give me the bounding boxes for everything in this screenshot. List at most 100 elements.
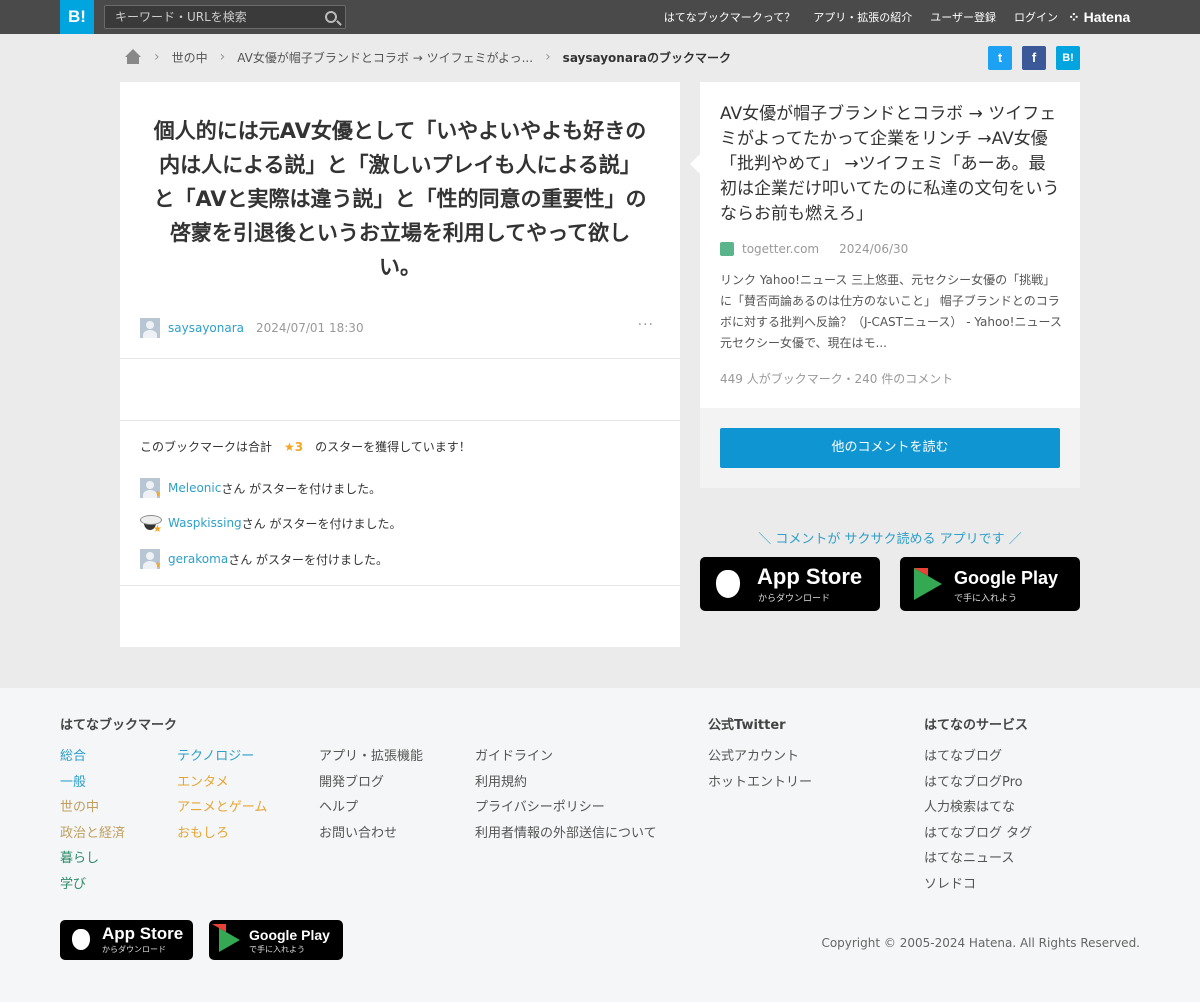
breadcrumb-category[interactable]: 世の中 [172, 49, 208, 66]
footer-link[interactable]: ホットエントリー [708, 770, 812, 796]
star-row-text: さん がスターを付けました。 [228, 552, 389, 567]
nav-apps[interactable]: アプリ・拡張の紹介 [813, 9, 912, 25]
star-user[interactable]: gerakoma [168, 552, 228, 566]
copyright: Copyright © 2005-2024 Hatena. All Rights… [821, 936, 1140, 950]
footer-link[interactable]: 世の中 [60, 795, 125, 821]
hatena-share-icon[interactable]: B! [1056, 46, 1080, 70]
footer-link[interactable]: 暮らし [60, 846, 125, 872]
star-row: ★ Meleonic さん がスターを付けました。 [140, 478, 381, 498]
footer-link[interactable]: アプリ・拡張機能 [319, 744, 423, 770]
google-play-label: Google Play [954, 568, 1059, 588]
hatena-brand-text: Hatena [1083, 9, 1131, 25]
entry-panel: AV女優が帽子ブランドとコラボ → ツイフェミがよってたかって企業をリンチ →A… [690, 82, 1080, 408]
app-store-label: App Store [757, 564, 863, 589]
nav-about[interactable]: はてなブックマークって？ [664, 9, 795, 25]
breadcrumb-current: saysayonaraのブックマーク [562, 50, 731, 65]
footer-google-play-badge[interactable]: Google Play で手に入れよう [209, 920, 343, 960]
bookmark-card: 個人的には元AV女優として「いやよいやよも好きの内は人による説」と「激しいプレイ… [120, 82, 680, 647]
footer-link[interactable]: はてなブログPro [924, 770, 1032, 796]
breadcrumb-entry[interactable]: AV女優が帽子ブランドとコラボ → ツイフェミがよっ... [237, 49, 533, 66]
footer-link[interactable]: はてなブログ [924, 744, 1032, 770]
star-user[interactable]: Meleonic [168, 481, 221, 495]
share-buttons: t f B! [988, 46, 1080, 70]
footer-link[interactable]: 人力検索はてな [924, 795, 1032, 821]
avatar[interactable] [140, 318, 160, 338]
entry-counts[interactable]: 449 人がブックマーク・240 件のコメント [720, 370, 953, 387]
footer-links-legal: ガイドライン 利用規約 プライバシーポリシー 利用者情報の外部送信について [475, 744, 657, 846]
app-store-badge[interactable]: App Store からダウンロード [700, 557, 880, 611]
entry-description: リンク Yahoo!ニュース 三上悠亜、元セクシー女優の「挑戦」に「賛否両論ある… [720, 273, 1062, 350]
star-user[interactable]: Waspkissing [168, 516, 242, 530]
entry-source: togetter.com 2024/06/30 [720, 242, 908, 256]
search-input[interactable]: キーワード・URLを検索 [104, 5, 346, 29]
star-summary: このブックマークは合計 ★3 のスターを獲得しています！ [140, 438, 471, 455]
home-icon[interactable] [124, 49, 142, 65]
footer-link[interactable]: 利用者情報の外部送信について [475, 821, 657, 847]
google-play-icon [212, 924, 240, 952]
breadcrumb: › 世の中 › AV女優が帽子ブランドとコラボ → ツイフェミがよっ... › … [124, 46, 731, 68]
bookmark-date[interactable]: 2024/07/01 18:30 [256, 321, 364, 335]
footer-app-store-badge[interactable]: App Store からダウンロード [60, 920, 193, 960]
top-bar: B! キーワード・URLを検索 はてなブックマークって？ アプリ・拡張の紹介 ユ… [0, 0, 1200, 34]
avatar[interactable]: ★ [140, 513, 162, 535]
divider [120, 358, 680, 359]
favicon-icon [720, 242, 734, 256]
star-icon: ★ [153, 489, 160, 498]
search-icon[interactable] [325, 11, 337, 23]
star-row: ★ Waspkissing さん がスターを付けました。 [140, 513, 402, 535]
chevron-right-icon: › [545, 49, 551, 65]
app-promo-text: ＼ コメントが サクサク読める アプリです ／ [758, 532, 1022, 547]
footer-link[interactable]: テクノロジー [177, 744, 267, 770]
footer-categories: 総合 一般 世の中 政治と経済 暮らし 学び [60, 744, 125, 898]
app-store-sub: からダウンロード [102, 945, 166, 954]
bookmark-user[interactable]: saysayonara [168, 321, 244, 335]
star-summary-prefix: このブックマークは合計 [140, 440, 273, 454]
footer-link[interactable]: ガイドライン [475, 744, 657, 770]
footer-link[interactable]: 政治と経済 [60, 821, 125, 847]
twitter-share-icon[interactable]: t [988, 46, 1012, 70]
footer-link[interactable]: エンタメ [177, 770, 267, 796]
footer-link[interactable]: 開発ブログ [319, 770, 423, 796]
google-play-badge[interactable]: Google Play で手に入れよう [900, 557, 1080, 611]
star-row-text: さん がスターを付けました。 [241, 516, 402, 531]
google-play-icon [914, 568, 942, 600]
footer-link[interactable]: はてなニュース [924, 846, 1032, 872]
footer-link[interactable]: はてなブログ タグ [924, 821, 1032, 847]
avatar[interactable]: ★ [140, 478, 160, 498]
footer-link[interactable]: お問い合わせ [319, 821, 423, 847]
google-play-sub: で手に入れよう [954, 593, 1018, 603]
footer-link[interactable]: 利用規約 [475, 770, 657, 796]
star-count: ★3 [284, 439, 304, 454]
star-row: ★ gerakoma さん がスターを付けました。 [140, 549, 388, 569]
nav-register[interactable]: ユーザー登録 [930, 9, 996, 25]
footer-heading-twitter: 公式Twitter [708, 718, 786, 733]
footer-link[interactable]: プライバシーポリシー [475, 795, 657, 821]
hatena-bookmark-logo[interactable]: B! [60, 0, 94, 34]
apple-icon [716, 570, 740, 598]
footer-heading-services: はてなのサービス [924, 718, 1029, 733]
star-icon: ★ [153, 524, 162, 535]
footer-link[interactable]: ソレドコ [924, 872, 1032, 898]
hatena-brand-logo[interactable]: ⁘ Hatena [1068, 9, 1130, 26]
entry-title[interactable]: AV女優が帽子ブランドとコラボ → ツイフェミがよってたかって企業をリンチ →A… [720, 102, 1062, 227]
footer-links-app: アプリ・拡張機能 開発ブログ ヘルプ お問い合わせ [319, 744, 423, 846]
chevron-right-icon: › [154, 49, 160, 65]
search-placeholder: キーワード・URLを検索 [115, 10, 247, 24]
read-more-area: 他のコメントを読む [700, 408, 1080, 488]
footer-link[interactable]: 学び [60, 872, 125, 898]
footer-link[interactable]: ヘルプ [319, 795, 423, 821]
footer-heading-bookmark: はてなブックマーク [60, 718, 178, 733]
facebook-share-icon[interactable]: f [1022, 46, 1046, 70]
bookmark-comment: 個人的には元AV女優として「いやよいやよも好きの内は人による説」と「激しいプレイ… [153, 119, 647, 279]
read-comments-button[interactable]: 他のコメントを読む [720, 428, 1060, 468]
entry-domain[interactable]: togetter.com [742, 242, 819, 256]
more-menu-icon[interactable]: ··· [638, 317, 654, 333]
footer-link[interactable]: 一般 [60, 770, 125, 796]
footer-link[interactable]: おもしろ [177, 821, 267, 847]
star-row-text: さん がスターを付けました。 [221, 481, 382, 496]
footer-link[interactable]: 公式アカウント [708, 744, 812, 770]
avatar[interactable]: ★ [140, 549, 160, 569]
nav-login[interactable]: ログイン [1014, 9, 1058, 25]
footer-link[interactable]: アニメとゲーム [177, 795, 267, 821]
footer-link[interactable]: 総合 [60, 744, 125, 770]
